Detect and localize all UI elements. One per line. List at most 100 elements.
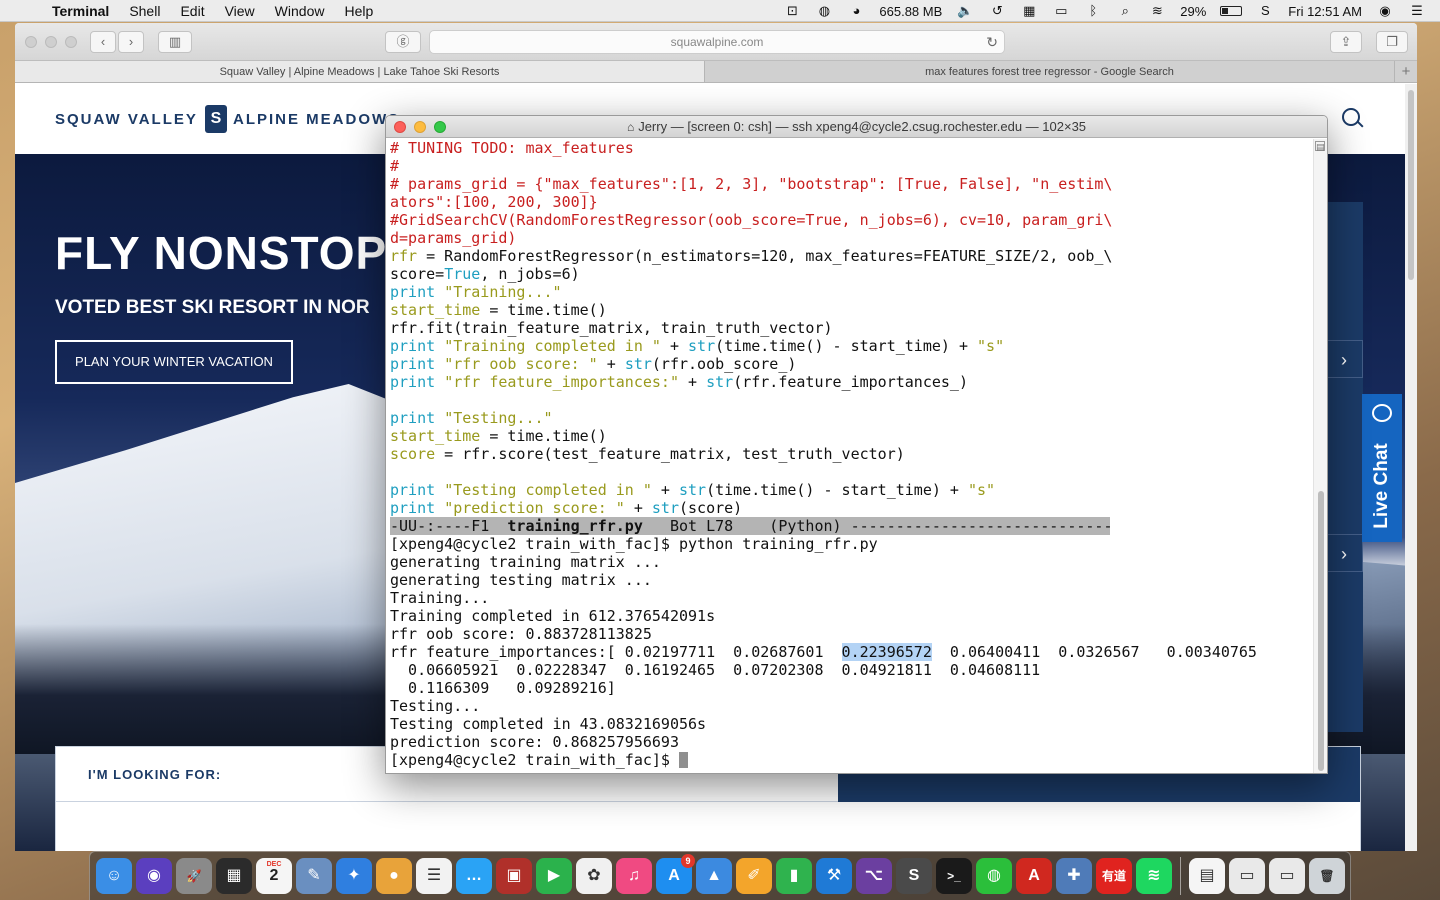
pages-icon[interactable]: ✐ [736,858,772,894]
screenshot-tool-icon[interactable]: ⊡ [783,4,801,18]
safari-icon[interactable]: ✦ [336,858,372,894]
spotlight-search-icon[interactable]: ⌕ [1116,4,1134,18]
memory-readout[interactable]: 665.88 MB [879,4,942,19]
wechat-icon[interactable]: ◍ [976,858,1012,894]
volume-icon[interactable]: 🔈 [956,4,974,18]
tab-squaw-valley[interactable]: Squaw Valley | Alpine Meadows | Lake Tah… [15,61,705,82]
terminal-line: score = rfr.score(test_feature_matrix, t… [390,445,1314,463]
menu-shell[interactable]: Shell [129,3,160,19]
finder-icon[interactable]: ☺ [96,858,132,894]
extension-icon[interactable]: ⓖ [385,31,421,53]
time-machine-icon[interactable]: ↺ [988,4,1006,18]
close-button[interactable] [25,36,37,48]
terminal-text: score= [390,265,445,283]
page-scrollbar[interactable] [1405,84,1417,851]
airplay-icon[interactable]: ▭ [1052,4,1070,18]
terminal-text: generating testing matrix ... [390,571,652,589]
terminal-text: print [390,499,436,517]
activity-monitor-icon[interactable]: ▦ [216,858,252,894]
plan-vacation-button[interactable]: PLAN YOUR WINTER VACATION [55,340,293,384]
menu-view[interactable]: View [225,3,255,19]
clock[interactable]: Fri 12:51 AM [1288,4,1362,19]
wifi-icon[interactable]: ≋ [1148,4,1166,18]
preview-icon[interactable]: ✎ [296,858,332,894]
logo-squaw-valley[interactable]: SQUAW VALLEY [55,111,198,128]
keynote-icon[interactable]: ▲ [696,858,732,894]
photo-booth-icon[interactable]: ▣ [496,858,532,894]
app-store-icon[interactable]: A9 [656,854,695,894]
tab-google-search[interactable]: max features forest tree regressor - Goo… [705,61,1395,82]
sidebar-toggle-icon[interactable]: ▥ [158,31,192,53]
looking-for-label: I'M LOOKING FOR: [88,767,222,782]
calendar-icon[interactable]: 2 DEC [256,858,292,894]
downloads-stack-icon[interactable]: ▭ [1229,858,1265,894]
terminal-line: print "Training completed in " + str(tim… [390,337,1314,355]
chevron-right-icon[interactable]: › [1325,340,1363,378]
numbers-icon[interactable]: ▮ [776,858,812,894]
document-stack-icon[interactable]: ▤ [1189,858,1225,894]
safari-toolbar: ‹ › ▥ ⓖ squawalpine.com ↻ ⇪ ❐ [15,23,1417,61]
tableau-icon[interactable]: ✚ [1056,858,1092,894]
menu-help[interactable]: Help [344,3,373,19]
back-button[interactable]: ‹ [90,31,116,53]
wechat-status-icon[interactable]: ◍ [815,4,833,18]
show-tabs-icon[interactable]: ❐ [1376,31,1408,53]
scrollbar-thumb[interactable] [1408,90,1414,280]
menu-window[interactable]: Window [275,3,325,19]
terminal-line: print "Training..." [390,283,1314,301]
github-desktop-icon[interactable]: ⌥ [856,858,892,894]
zoom-button[interactable] [65,36,77,48]
terminal-text: "s" [977,337,1005,355]
tableau-glyph: ✚ [1067,867,1081,884]
notes-icon[interactable]: ☰ [416,858,452,894]
terminal-icon[interactable]: >_ [936,858,972,894]
reload-icon[interactable]: ↻ [986,31,998,53]
logo-mark-icon[interactable]: S [205,105,227,133]
minimize-button[interactable] [414,121,426,133]
split-pane-icon[interactable]: ▤ [1315,141,1325,152]
launchpad-icon[interactable]: 🚀 [176,858,212,894]
terminal-text: prediction score: 0.868257956693 [390,733,679,751]
facetime-icon[interactable]: ▶ [536,858,572,894]
acrobat-icon[interactable]: A [1016,858,1052,894]
chrome-icon[interactable]: ● [376,858,412,894]
bluetooth-icon[interactable]: ᛒ [1084,4,1102,18]
menu-app-name[interactable]: Terminal [52,3,109,19]
site-search-icon[interactable] [1340,106,1364,130]
terminal-text: rfr.fit(train_feature_matrix, train_trut… [390,319,833,337]
forward-button[interactable]: › [118,31,144,53]
minimize-button[interactable] [45,36,57,48]
youdao-icon[interactable]: 有道 [1096,858,1132,894]
battery-percent[interactable]: 29% [1180,4,1206,19]
sublime-status-icon[interactable]: S [1256,4,1274,18]
terminal-output[interactable]: # TUNING TODO: max_features # # params_gri… [390,139,1314,773]
siri-icon[interactable]: ◉ [136,858,172,894]
menu-edit[interactable]: Edit [180,3,204,19]
memory-gauge-icon[interactable]: ◕ [847,4,865,18]
photos-icon[interactable]: ✿ [576,858,612,894]
notification-center-icon[interactable]: ☰ [1408,4,1426,18]
address-bar[interactable]: squawalpine.com ↻ [429,30,1005,54]
messages-icon[interactable]: … [456,858,492,894]
spotify-icon[interactable]: ≋ [1136,858,1172,894]
xcode-icon[interactable]: ⚒ [816,858,852,894]
safari-glyph: ✦ [347,867,361,884]
logo-alpine-meadows[interactable]: ALPINE MEADOWS [233,111,400,128]
sublime-text-icon[interactable]: S [896,858,932,894]
terminal-scroll-thumb[interactable] [1318,491,1324,771]
trash-icon[interactable]: 🗑 [1309,858,1345,894]
share-icon[interactable]: ⇪ [1330,31,1362,53]
pdf-stack-icon[interactable]: ▭ [1269,858,1305,894]
terminal-text: Bot L78 (Python) -----------------------… [642,517,1110,535]
close-button[interactable] [394,121,406,133]
chevron-right-icon[interactable]: › [1325,534,1363,572]
zoom-button[interactable] [434,121,446,133]
live-chat-button[interactable]: Live Chat [1362,394,1402,542]
siri-status-icon[interactable]: ◉ [1376,4,1394,18]
terminal-scrollbar[interactable]: ▤ [1313,139,1327,773]
itunes-icon[interactable]: ♫ [616,858,652,894]
new-tab-icon[interactable]: + [1395,61,1417,82]
battery-icon[interactable] [1220,6,1243,16]
keyboard-input-icon[interactable]: ▦ [1020,4,1038,18]
